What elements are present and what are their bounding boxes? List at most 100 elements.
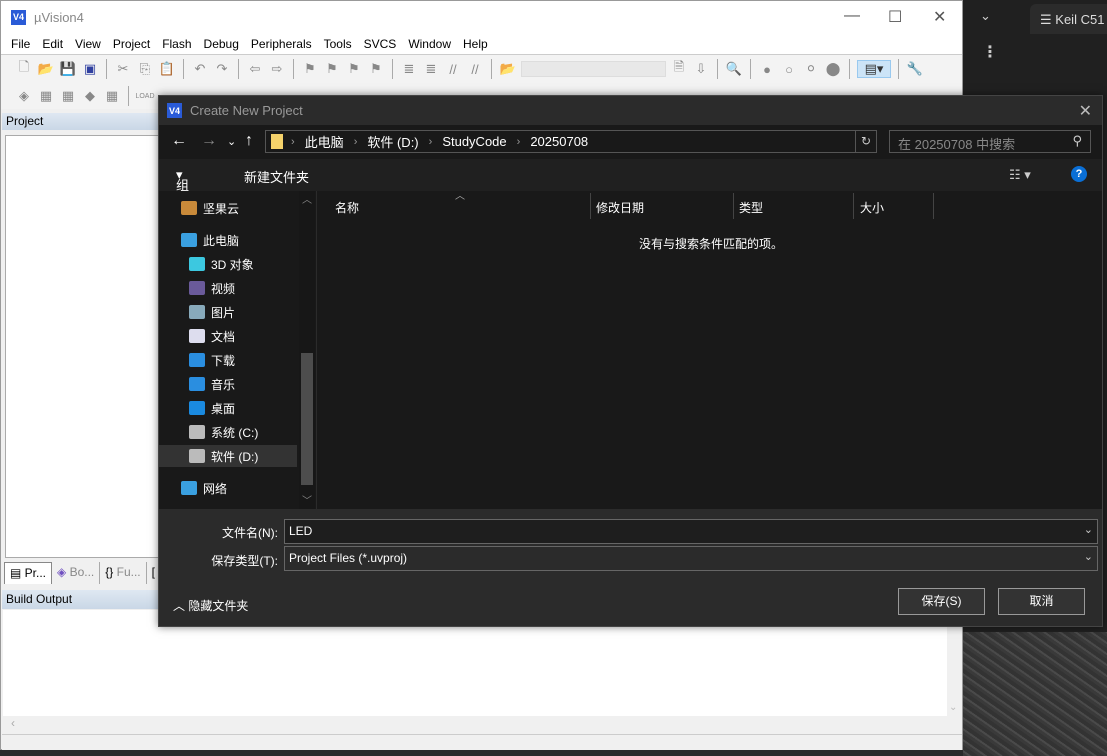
close-button[interactable]: ✕ [933, 7, 946, 27]
breadcrumb-item[interactable]: StudyCode [442, 134, 506, 149]
tab-functions[interactable]: {} Fu... [100, 562, 147, 584]
sidebar-item[interactable]: 此电脑 [159, 229, 297, 251]
open-folder-icon[interactable]: 📂 [37, 60, 55, 78]
breadcrumb-item[interactable]: 20250708 [530, 134, 588, 149]
menu-help[interactable]: Help [457, 37, 494, 51]
browser-tab[interactable]: ☰ Keil C51 [1030, 4, 1107, 34]
rebuild-icon[interactable]: ▦ [59, 87, 77, 105]
address-bar[interactable]: › 此电脑 › 软件 (D:) › StudyCode › 20250708 [265, 130, 877, 153]
sidebar-item[interactable]: 下载 [159, 349, 297, 371]
dialog-close-button[interactable]: ✕ [1079, 101, 1092, 121]
sidebar-item[interactable]: 系统 (C:) [159, 421, 297, 443]
project-tree[interactable] [5, 135, 159, 558]
save-icon[interactable]: 💾 [59, 60, 77, 78]
menu-project[interactable]: Project [107, 37, 156, 51]
new-folder-button[interactable]: 新建文件夹 [244, 167, 309, 186]
batch-build-icon[interactable]: ◆ [81, 87, 99, 105]
menu-peripherals[interactable]: Peripherals [245, 37, 318, 51]
sidebar-item[interactable]: 桌面 [159, 397, 297, 419]
uncomment-icon[interactable]: // [466, 60, 484, 78]
recent-chevron-icon[interactable]: ⌄ [227, 135, 236, 148]
incremental-find-icon[interactable]: ⇩ [692, 60, 710, 78]
menu-tools[interactable]: Tools [318, 37, 358, 51]
vertical-scrollbar[interactable]: ⌄ [947, 610, 961, 733]
find-combo[interactable] [521, 61, 666, 77]
bookmark-clear-icon[interactable]: ⚑ [367, 60, 385, 78]
back-icon[interactable]: ⇦ [246, 60, 264, 78]
bookmark-next-icon[interactable]: ⚑ [345, 60, 363, 78]
up-arrow-icon[interactable]: ↑ [245, 132, 253, 150]
load-icon[interactable]: LOAD [135, 87, 154, 105]
column-divider[interactable] [590, 193, 591, 219]
chevron-down-icon[interactable]: ﹀ [302, 492, 312, 507]
breadcrumb-item[interactable]: 软件 (D:) [367, 132, 418, 151]
column-size[interactable]: 大小 [860, 199, 884, 216]
window-layout-icon[interactable]: ▤▾ [857, 60, 891, 78]
sidebar-item[interactable]: 文档 [159, 325, 297, 347]
menu-file[interactable]: File [5, 37, 36, 51]
debug-icon[interactable]: 🔍 [725, 60, 743, 78]
menu-edit[interactable]: Edit [36, 37, 69, 51]
bookmark-prev-icon[interactable]: ⚑ [323, 60, 341, 78]
forward-icon[interactable]: ⇨ [268, 60, 286, 78]
menu-window[interactable]: Window [402, 37, 457, 51]
menu-flash[interactable]: Flash [156, 37, 197, 51]
chevron-down-icon[interactable]: ⌄ [1084, 523, 1093, 536]
column-divider[interactable] [853, 193, 854, 219]
horizontal-scrollbar[interactable]: ‹ [3, 716, 947, 733]
column-type[interactable]: 类型 [739, 199, 763, 216]
breadcrumb-item[interactable]: 此电脑 [305, 132, 344, 151]
menu-debug[interactable]: Debug [198, 37, 245, 51]
search-input[interactable]: 在 20250708 中搜索 ⚲ [889, 130, 1091, 153]
undo-icon[interactable]: ↶ [191, 60, 209, 78]
filename-input[interactable]: LED ⌄ [284, 519, 1098, 544]
configure-wrench-icon[interactable]: 🔧 [906, 60, 924, 78]
bookmark-icon[interactable]: ⚑ [301, 60, 319, 78]
organize-button[interactable]: 组织 ▾ [176, 167, 189, 212]
breakpoint-icon[interactable]: ● [758, 60, 776, 78]
file-list[interactable]: ︿ 名称 修改日期 类型 大小 没有与搜索条件匹配的项。 [317, 191, 1102, 509]
navigation-scrollbar[interactable]: ︿ ﹀ [299, 191, 315, 509]
sidebar-item[interactable]: 网络 [159, 477, 297, 499]
column-divider[interactable] [933, 193, 934, 219]
paste-icon[interactable]: 📋 [158, 60, 176, 78]
help-icon[interactable]: ? [1071, 166, 1087, 182]
sidebar-item[interactable]: 视频 [159, 277, 297, 299]
chevron-down-icon[interactable]: ⌄ [949, 702, 957, 713]
column-name[interactable]: 名称 [335, 199, 359, 216]
sidebar-item[interactable]: 图片 [159, 301, 297, 323]
scrollbar-thumb[interactable] [301, 353, 313, 485]
more-icon[interactable]: ⋮ [982, 42, 998, 62]
translate-icon[interactable]: ◈ [15, 87, 33, 105]
cut-icon[interactable]: ✂ [114, 60, 132, 78]
new-file-icon[interactable]: 🗋 [15, 59, 33, 78]
view-options-icon[interactable]: ☷ ▾ [1009, 167, 1031, 183]
column-divider[interactable] [733, 193, 734, 219]
sidebar-item[interactable]: 音乐 [159, 373, 297, 395]
find-icon[interactable]: 🗎 [670, 59, 688, 78]
refresh-button[interactable]: ↻ [855, 130, 877, 153]
menu-view[interactable]: View [69, 37, 107, 51]
indent-icon[interactable]: ≣ [400, 60, 418, 78]
back-arrow-icon[interactable]: ← [171, 132, 187, 150]
sidebar-item[interactable]: 软件 (D:) [159, 445, 297, 467]
filetype-select[interactable]: Project Files (*.uvproj) ⌄ [284, 546, 1098, 571]
breakpoint-kill-icon[interactable]: ⬤ [824, 60, 842, 78]
breakpoint-disable-icon[interactable]: ○ [780, 60, 798, 78]
outdent-icon[interactable]: ≣ [422, 60, 440, 78]
minimize-button[interactable]: — [844, 7, 860, 25]
comment-icon[interactable]: // [444, 60, 462, 78]
build-icon[interactable]: ▦ [37, 87, 55, 105]
column-modified[interactable]: 修改日期 [596, 199, 644, 216]
save-all-icon[interactable]: ▣ [81, 60, 99, 78]
sidebar-item[interactable]: 坚果云 [159, 197, 297, 219]
hide-folders-toggle[interactable]: ︿ 隐藏文件夹 [173, 597, 248, 614]
breakpoint-disable-all-icon[interactable]: ⚪ [802, 60, 820, 78]
cancel-button[interactable]: 取消 [998, 588, 1085, 615]
sidebar-item[interactable]: 3D 对象 [159, 253, 297, 275]
chevron-down-icon[interactable]: ⌄ [980, 8, 991, 24]
stop-build-icon[interactable]: ▦ [103, 87, 121, 105]
menu-svcs[interactable]: SVCS [358, 37, 403, 51]
tab-books[interactable]: ◈ Bo... [52, 562, 101, 584]
copy-icon[interactable]: ⎘ [136, 60, 154, 78]
